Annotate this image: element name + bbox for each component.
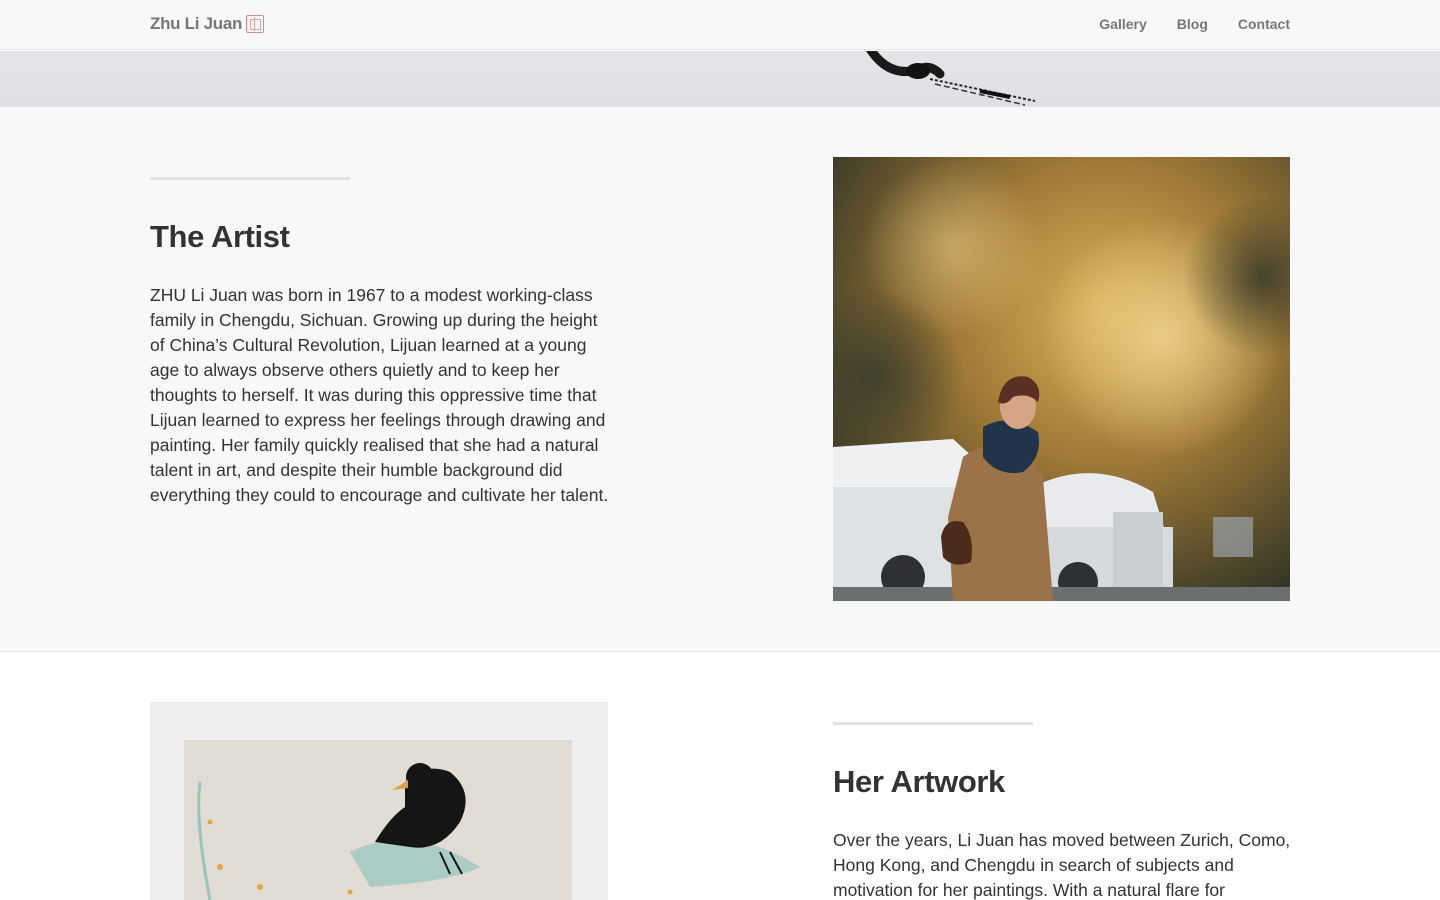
artwork-divider — [833, 722, 1033, 725]
brand-link[interactable]: Zhu Li Juan — [150, 14, 265, 34]
seal-stamp-icon — [246, 15, 265, 33]
artist-photo — [833, 157, 1290, 601]
navbar: Zhu Li Juan Gallery Blog Contact — [0, 0, 1440, 50]
brand-name: Zhu Li Juan — [150, 14, 243, 33]
artist-description: ZHU Li Juan was born in 1967 to a modest… — [150, 285, 609, 505]
nav-links: Gallery Blog Contact — [1099, 16, 1290, 32]
artist-heading: The Artist — [150, 219, 290, 254]
artwork-image — [150, 702, 608, 900]
artwork-section: Her Artwork Over the years, Li Juan has … — [0, 652, 1440, 900]
artwork-description: Over the years, Li Juan has moved betwee… — [833, 830, 1291, 900]
artist-divider — [150, 177, 350, 180]
artwork-heading: Her Artwork — [833, 764, 1005, 799]
nav-link-contact[interactable]: Contact — [1238, 16, 1290, 32]
artist-photo-illustration — [833, 157, 1290, 601]
nav-link-blog[interactable]: Blog — [1177, 16, 1208, 32]
artist-section: The Artist ZHU Li Juan was born in 1967 … — [0, 107, 1440, 652]
ink-brush-stroke — [865, 51, 1036, 106]
header-banner-image — [0, 51, 1440, 107]
nav-link-gallery[interactable]: Gallery — [1099, 16, 1146, 32]
bird-painting-illustration — [150, 702, 608, 900]
